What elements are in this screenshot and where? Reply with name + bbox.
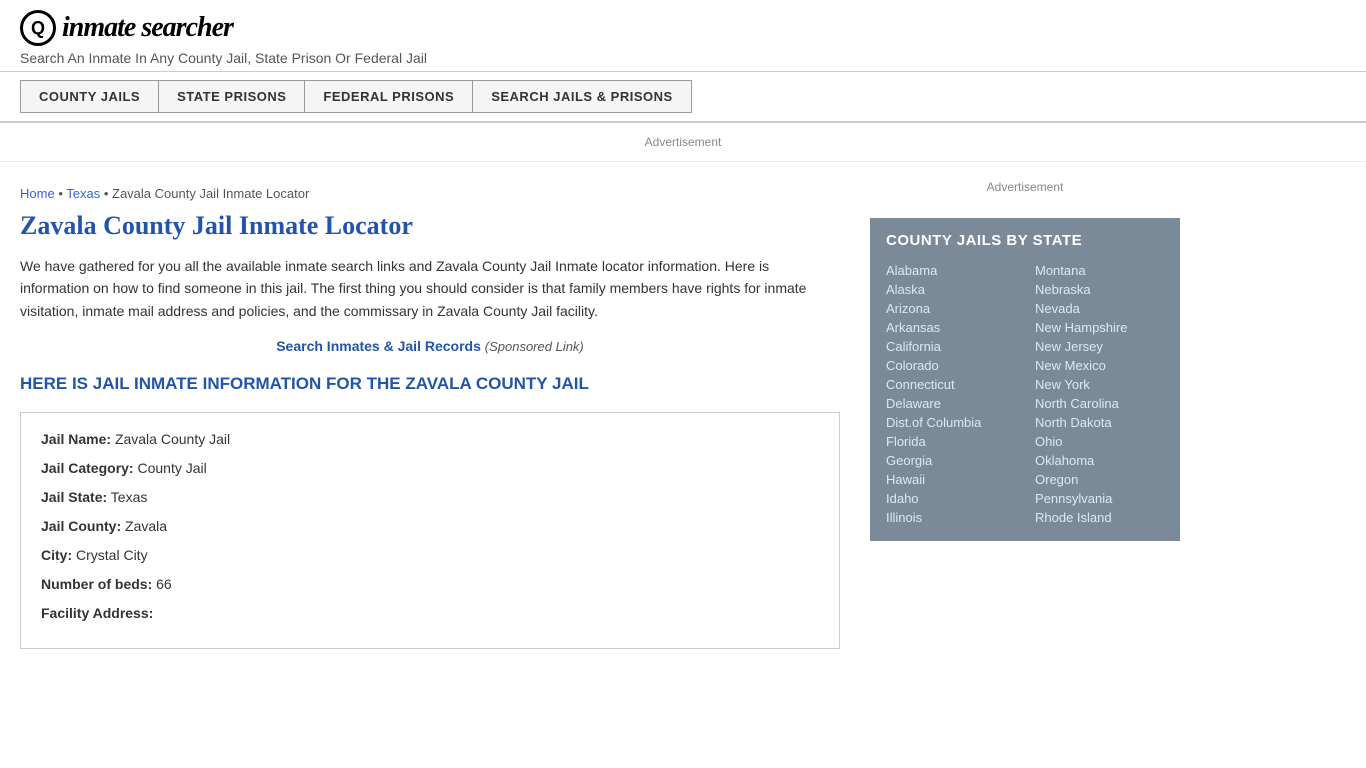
info-value-city: Crystal City	[76, 547, 148, 563]
state-link-new-mexico[interactable]: New Mexico	[1035, 356, 1164, 375]
sidebar: Advertisement COUNTY JAILS BY STATE Alab…	[870, 172, 1180, 669]
state-link-georgia[interactable]: Georgia	[886, 451, 1015, 470]
page-title: Zavala County Jail Inmate Locator	[20, 211, 840, 241]
state-link-florida[interactable]: Florida	[886, 432, 1015, 451]
top-ad-banner: Advertisement	[0, 123, 1366, 162]
info-label-state: Jail State:	[41, 489, 107, 505]
breadcrumb-current: Zavala County Jail Inmate Locator	[112, 186, 309, 201]
search-link-area: Search Inmates & Jail Records (Sponsored…	[20, 338, 840, 354]
state-link-oregon[interactable]: Oregon	[1035, 470, 1164, 489]
state-link-rhode-island[interactable]: Rhode Island	[1035, 508, 1164, 527]
state-link-delaware[interactable]: Delaware	[886, 394, 1015, 413]
state-link-north-carolina[interactable]: North Carolina	[1035, 394, 1164, 413]
nav-search-jails[interactable]: SEARCH JAILS & PRISONS	[472, 80, 691, 113]
info-value-jail-name: Zavala County Jail	[115, 431, 230, 447]
state-link-new-york[interactable]: New York	[1035, 375, 1164, 394]
state-link-north-dakota[interactable]: North Dakota	[1035, 413, 1164, 432]
search-inmates-link[interactable]: Search Inmates & Jail Records	[276, 338, 481, 354]
state-link-idaho[interactable]: Idaho	[886, 489, 1015, 508]
nav-federal-prisons[interactable]: FEDERAL PRISONS	[304, 80, 472, 113]
state-link-arizona[interactable]: Arizona	[886, 299, 1015, 318]
info-value-state: Texas	[111, 489, 148, 505]
state-link-california[interactable]: California	[886, 337, 1015, 356]
county-jails-box: COUNTY JAILS BY STATE AlabamaAlaskaArizo…	[870, 218, 1180, 541]
state-link-alaska[interactable]: Alaska	[886, 280, 1015, 299]
county-jails-title: COUNTY JAILS BY STATE	[886, 232, 1164, 249]
info-value-category: County Jail	[137, 460, 206, 476]
state-link-distof-columbia[interactable]: Dist.of Columbia	[886, 413, 1015, 432]
state-link-nevada[interactable]: Nevada	[1035, 299, 1164, 318]
state-link-alabama[interactable]: Alabama	[886, 261, 1015, 280]
info-label-beds: Number of beds:	[41, 576, 152, 592]
logo-icon: Q	[20, 10, 56, 46]
info-row-category: Jail Category: County Jail	[41, 458, 819, 479]
state-link-colorado[interactable]: Colorado	[886, 356, 1015, 375]
info-label-jail-name: Jail Name:	[41, 431, 111, 447]
info-row-state: Jail State: Texas	[41, 487, 819, 508]
info-row-jail-name: Jail Name: Zavala County Jail	[41, 429, 819, 450]
info-value-beds: 66	[156, 576, 172, 592]
state-link-pennsylvania[interactable]: Pennsylvania	[1035, 489, 1164, 508]
info-row-beds: Number of beds: 66	[41, 574, 819, 595]
info-label-county: Jail County:	[41, 518, 121, 534]
logo-text: inmate searcher	[62, 12, 233, 44]
state-link-hawaii[interactable]: Hawaii	[886, 470, 1015, 489]
content-area: Home • Texas • Zavala County Jail Inmate…	[20, 172, 840, 669]
breadcrumb: Home • Texas • Zavala County Jail Inmate…	[20, 172, 840, 211]
info-row-address: Facility Address:	[41, 603, 819, 624]
nav-bar: COUNTY JAILS STATE PRISONS FEDERAL PRISO…	[0, 72, 1366, 123]
info-label-city: City:	[41, 547, 72, 563]
breadcrumb-sep2: •	[104, 186, 112, 201]
state-link-montana[interactable]: Montana	[1035, 261, 1164, 280]
states-col2: MontanaNebraskaNevadaNew HampshireNew Je…	[1035, 261, 1164, 527]
state-link-nebraska[interactable]: Nebraska	[1035, 280, 1164, 299]
states-col1: AlabamaAlaskaArizonaArkansasCaliforniaCo…	[886, 261, 1015, 527]
breadcrumb-home[interactable]: Home	[20, 186, 55, 201]
section-heading: HERE IS JAIL INMATE INFORMATION FOR THE …	[20, 374, 840, 394]
page-description: We have gathered for you all the availab…	[20, 255, 840, 322]
sponsored-text: (Sponsored Link)	[485, 339, 584, 354]
info-label-category: Jail Category:	[41, 460, 134, 476]
logo-text-italic2: searcher	[141, 12, 233, 43]
logo-text-italic: inmate	[62, 12, 135, 43]
state-link-oklahoma[interactable]: Oklahoma	[1035, 451, 1164, 470]
state-link-illinois[interactable]: Illinois	[886, 508, 1015, 527]
logo-area: Q inmate searcher	[20, 10, 1346, 46]
tagline: Search An Inmate In Any County Jail, Sta…	[20, 50, 1346, 66]
state-link-connecticut[interactable]: Connecticut	[886, 375, 1015, 394]
info-label-address: Facility Address:	[41, 605, 153, 621]
header: Q inmate searcher Search An Inmate In An…	[0, 0, 1366, 72]
state-link-new-jersey[interactable]: New Jersey	[1035, 337, 1164, 356]
nav-state-prisons[interactable]: STATE PRISONS	[158, 80, 304, 113]
main-layout: Home • Texas • Zavala County Jail Inmate…	[0, 172, 1366, 669]
state-link-new-hampshire[interactable]: New Hampshire	[1035, 318, 1164, 337]
breadcrumb-state[interactable]: Texas	[66, 186, 100, 201]
state-link-ohio[interactable]: Ohio	[1035, 432, 1164, 451]
info-box: Jail Name: Zavala County Jail Jail Categ…	[20, 412, 840, 649]
sidebar-ad: Advertisement	[870, 172, 1180, 202]
info-row-city: City: Crystal City	[41, 545, 819, 566]
info-value-county: Zavala	[125, 518, 167, 534]
states-grid: AlabamaAlaskaArizonaArkansasCaliforniaCo…	[886, 261, 1164, 527]
info-row-county: Jail County: Zavala	[41, 516, 819, 537]
state-link-arkansas[interactable]: Arkansas	[886, 318, 1015, 337]
nav-county-jails[interactable]: COUNTY JAILS	[20, 80, 158, 113]
